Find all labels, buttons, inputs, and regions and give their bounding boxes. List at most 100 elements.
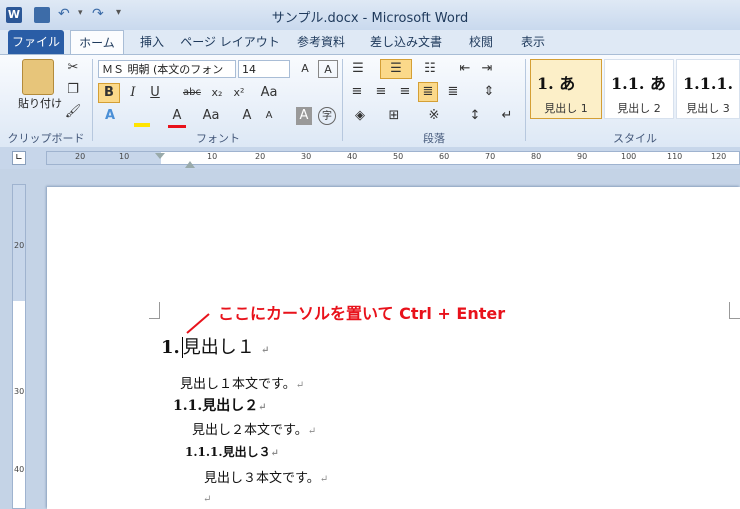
asian-layout-icon[interactable]: ※ <box>424 107 444 125</box>
ruler-margin <box>47 152 161 164</box>
ruler-tick: 90 <box>577 152 588 161</box>
hanging-indent-marker[interactable] <box>185 161 195 168</box>
ruler-tick: 10 <box>119 152 130 161</box>
distributed-icon[interactable]: ≣ <box>444 83 462 101</box>
body-text: 見出し２本文です。 <box>192 423 308 438</box>
body-text: 見出し３本文です。 <box>204 471 320 486</box>
justify-icon[interactable]: ≣ <box>418 82 438 102</box>
heading-text: 見出し１ <box>182 337 255 358</box>
increase-indent-icon[interactable]: ⇥ <box>478 60 496 78</box>
margin-marker <box>729 302 740 319</box>
character-shading-icon[interactable]: A <box>296 107 312 125</box>
group-label-styles: スタイル <box>613 132 657 145</box>
group-label-paragraph: 段落 <box>423 132 445 145</box>
clear-formatting-icon[interactable]: A <box>318 60 338 78</box>
line-spacing-icon[interactable]: ⇕ <box>478 83 500 101</box>
tab-home[interactable]: ホーム <box>70 30 124 54</box>
subscript-button[interactable]: x₂ <box>208 84 226 102</box>
document-page[interactable]: ここにカーソルを置いて Ctrl + Enter 1. 見出し１ ↵ 見出し１本文… <box>47 187 740 509</box>
group-separator <box>342 59 343 141</box>
multilevel-list-icon[interactable]: ☰ <box>380 59 412 79</box>
ruler-tick: 40 <box>347 152 358 161</box>
horizontal-ruler[interactable]: 20 10 10 20 30 40 50 60 70 80 90 100 110… <box>46 151 740 165</box>
copy-icon[interactable]: ❐ <box>64 81 82 99</box>
paragraph-mark: ↵ <box>319 474 329 485</box>
decrease-indent-icon[interactable]: ⇤ <box>456 60 474 78</box>
aa-button[interactable]: Aa <box>200 107 222 125</box>
tab-view[interactable]: 表示 <box>510 30 556 54</box>
heading-text: 見出し３ <box>222 445 271 459</box>
italic-button[interactable]: I <box>124 84 142 102</box>
text-effects-icon[interactable]: A <box>100 107 120 125</box>
paragraph-mark: ↵ <box>307 426 317 437</box>
format-painter-icon[interactable]: 🖌 <box>64 103 82 121</box>
align-center-icon[interactable]: ≡ <box>372 83 390 101</box>
paragraph-mark: ↵ <box>203 494 212 505</box>
style-name: 見出し 3 <box>686 102 730 115</box>
strikethrough-button[interactable]: abc <box>180 84 204 102</box>
style-heading-3[interactable]: 1.1.1. あ 見出し 3 <box>676 59 740 119</box>
bullets-icon[interactable]: ☰ <box>348 60 368 78</box>
group-separator <box>92 59 93 141</box>
shading-icon[interactable]: ◈ <box>350 107 370 125</box>
margin-marker <box>149 302 160 319</box>
body-text: 見出し１本文です。 <box>180 377 296 392</box>
ruler-tick: 120 <box>711 152 727 161</box>
superscript-button[interactable]: x² <box>230 84 248 102</box>
tab-insert[interactable]: 挿入 <box>130 30 174 54</box>
ruler-tick: 100 <box>621 152 637 161</box>
change-case-icon[interactable]: Aa <box>260 84 278 102</box>
show-hide-marks-icon[interactable]: ↵ <box>498 107 516 125</box>
grow-font-button[interactable]: A <box>240 107 254 125</box>
bold-button[interactable]: B <box>98 83 120 103</box>
cut-icon[interactable]: ✂ <box>64 59 82 77</box>
style-preview: 1.1.1. あ <box>683 74 739 93</box>
borders-icon[interactable]: ⊞ <box>384 107 404 125</box>
grow-font-icon[interactable]: A <box>296 60 314 78</box>
tab-references[interactable]: 参考資料 <box>284 30 358 54</box>
font-color-button[interactable]: A <box>168 107 186 128</box>
tab-file[interactable]: ファイル <box>8 30 64 54</box>
body-paragraph[interactable]: 見出し１本文です。↵ <box>180 373 304 392</box>
sort-icon[interactable]: ↕ <box>466 107 484 125</box>
style-preview: 1.1. あ <box>611 74 666 93</box>
style-heading-1[interactable]: 1. あ 見出し 1 <box>530 59 602 119</box>
ruler-tick: 20 <box>75 152 86 161</box>
tab-selector-icon[interactable]: ∟ <box>12 151 26 165</box>
heading-2[interactable]: 1.1.見出し２↵ <box>173 395 267 415</box>
paste-button[interactable]: 貼り付け <box>16 95 64 111</box>
style-heading-2[interactable]: 1.1. あ 見出し 2 <box>604 59 674 119</box>
highlight-icon[interactable] <box>134 109 150 127</box>
empty-paragraph[interactable]: ↵ <box>203 491 211 505</box>
body-paragraph[interactable]: 見出し２本文です。↵ <box>192 419 316 438</box>
heading-1[interactable]: 1. 見出し１ ↵ <box>161 333 269 359</box>
style-preview: 1. あ <box>537 74 576 93</box>
font-size-select[interactable]: 14 <box>238 60 290 78</box>
window-title: サンプル.docx - Microsoft Word <box>271 11 469 26</box>
annotation-callout: ここにカーソルを置いて Ctrl + Enter <box>218 304 506 323</box>
font-name-select[interactable]: ＭＳ 明朝 (本文のフォン <box>98 60 236 78</box>
underline-button[interactable]: U <box>146 84 164 102</box>
enclose-characters-icon[interactable]: 字 <box>318 107 336 125</box>
style-name: 見出し 2 <box>617 102 661 115</box>
ruler-tick: 110 <box>667 152 683 161</box>
paragraph-mark: ↵ <box>270 448 279 459</box>
numbering-icon[interactable]: ☷ <box>418 60 442 78</box>
tab-page-layout[interactable]: ページ レイアウト <box>180 30 280 54</box>
ruler-tick: 70 <box>485 152 496 161</box>
align-left-icon[interactable]: ≡ <box>348 83 366 101</box>
tab-mailings[interactable]: 差し込み文書 <box>362 30 450 54</box>
align-right-icon[interactable]: ≡ <box>396 83 414 101</box>
first-indent-marker[interactable] <box>155 153 165 159</box>
vertical-ruler[interactable]: 20 30 40 <box>12 184 26 509</box>
body-paragraph[interactable]: 見出し３本文です。↵ <box>204 467 328 486</box>
paragraph-mark: ↵ <box>295 380 305 391</box>
paste-icon[interactable] <box>22 59 54 95</box>
ruler-tick: 20 <box>255 152 266 161</box>
tab-review[interactable]: 校閲 <box>456 30 506 54</box>
ruler-tick: 60 <box>439 152 450 161</box>
heading-number: 1. <box>161 337 180 358</box>
heading-3[interactable]: 1.1.1.見出し３↵ <box>185 443 279 460</box>
shrink-font-button[interactable]: A <box>262 107 276 125</box>
heading-number: 1.1. <box>173 398 203 414</box>
